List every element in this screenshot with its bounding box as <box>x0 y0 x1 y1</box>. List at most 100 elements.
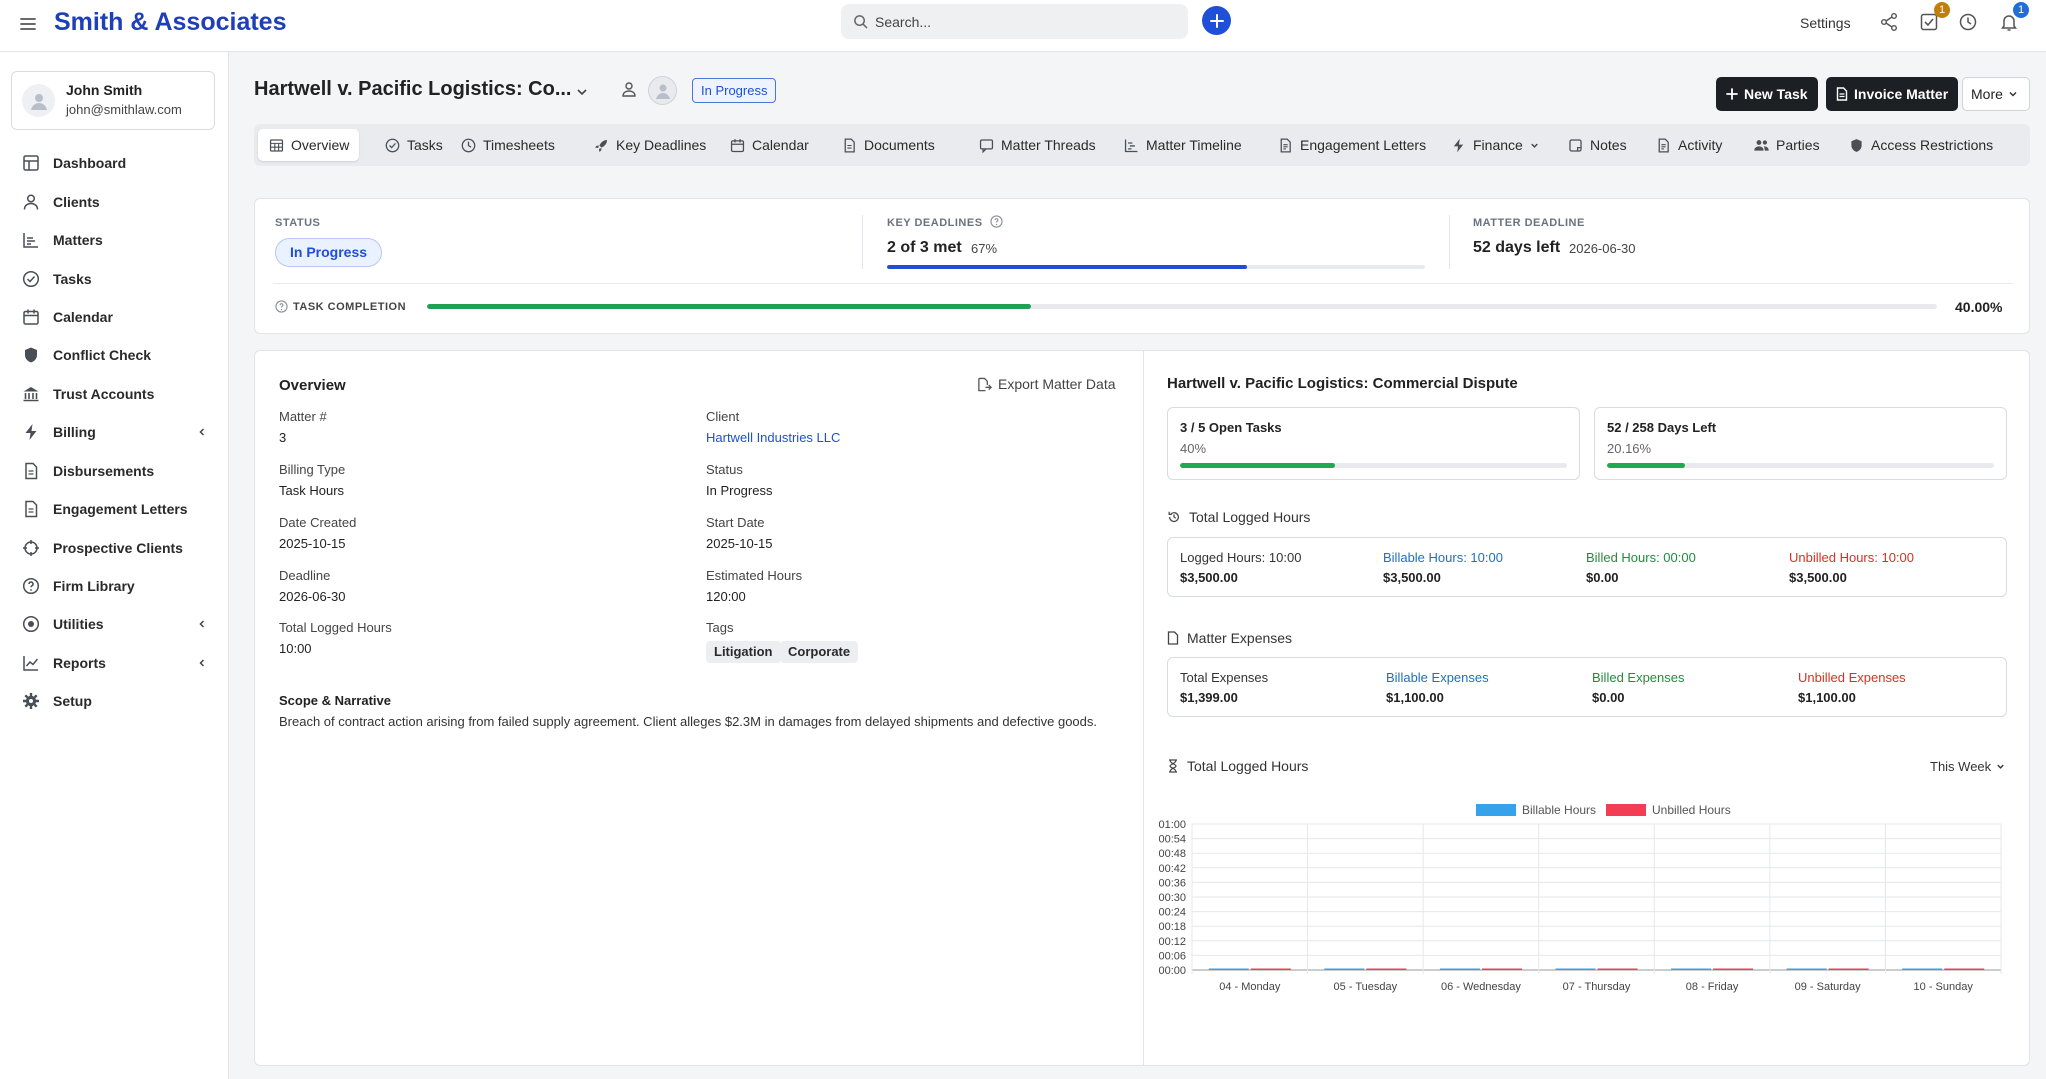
person-icon[interactable] <box>620 80 638 98</box>
sidebar-item-reports[interactable]: Reports <box>0 647 228 679</box>
hours-bar-chart: Billable Hours Unbilled Hours 00:00 00:06 00… <box>1158 803 2002 993</box>
sidebar-item-label: Tasks <box>53 271 92 287</box>
search-input[interactable] <box>875 4 1175 39</box>
calendar-icon <box>23 309 39 325</box>
y-tick-label: 00:18 <box>1158 921 1186 933</box>
help-circle-icon <box>21 576 41 596</box>
chevron-down-icon <box>2009 91 2017 97</box>
scope-label: Scope & Narrative <box>279 693 391 708</box>
sidebar-item-prospective-clients[interactable]: Prospective Clients <box>0 532 228 564</box>
bar <box>1902 968 1943 970</box>
sidebar-item-utilities[interactable]: Utilities <box>0 608 228 640</box>
tab-label: Notes <box>1590 137 1627 153</box>
document-icon <box>25 462 38 480</box>
tab-engagement-letters[interactable]: Engagement Letters <box>1267 129 1436 161</box>
menu-icon[interactable] <box>18 14 38 34</box>
new-task-button[interactable]: New Task <box>1716 77 1818 111</box>
matter-deadline-value: 52 days left <box>1473 239 1561 256</box>
sidebar-item-clients[interactable]: Clients <box>0 186 228 218</box>
sidebar-item-trust-accounts[interactable]: Trust Accounts <box>0 378 228 410</box>
key-deadlines-pct: 67% <box>971 241 998 256</box>
tab-access-restrictions[interactable]: Access Restrictions <box>1838 129 2003 161</box>
client-link[interactable]: Hartwell Industries LLC <box>706 430 840 445</box>
sidebar-item-matters[interactable]: Matters <box>0 224 228 256</box>
x-tick-label: 07 - Thursday <box>1563 981 1631 993</box>
expenses-item: Unbilled Expenses $1,100.00 <box>1798 670 1906 705</box>
calendar-icon <box>21 307 41 327</box>
search-box[interactable] <box>841 4 1188 39</box>
gear-icon <box>21 691 41 711</box>
tab-notes[interactable]: Notes <box>1557 129 1637 161</box>
task-completion-label: TASK COMPLETION <box>293 301 407 313</box>
y-tick-label: 00:54 <box>1158 834 1186 846</box>
bar <box>1597 968 1638 970</box>
tab-tasks[interactable]: Tasks <box>374 129 453 161</box>
sidebar-item-billing[interactable]: Billing <box>0 416 228 448</box>
tab-key-deadlines[interactable]: Key Deadlines <box>583 129 716 161</box>
sidebar-item-conflict-check[interactable]: Conflict Check <box>0 339 228 371</box>
tab-calendar[interactable]: Calendar <box>719 129 819 161</box>
days-left-label: 52 / 258 Days Left <box>1607 420 1717 435</box>
x-tick-label: 04 - Monday <box>1219 981 1281 993</box>
sidebar-item-firm-library[interactable]: Firm Library <box>0 570 228 602</box>
matter-full-title: Hartwell v. Pacific Logistics: Commercia… <box>1167 375 1518 392</box>
brand-logo[interactable]: Smith & Associates <box>54 8 286 37</box>
document-icon <box>1167 631 1179 645</box>
tab-label: Timesheets <box>483 137 555 153</box>
plus-icon <box>1209 13 1224 28</box>
help-circle-icon[interactable] <box>275 300 288 313</box>
clock-icon[interactable] <box>1958 12 1980 34</box>
invoice-matter-button[interactable]: Invoice Matter <box>1826 77 1959 111</box>
tab-matter-timeline[interactable]: Matter Timeline <box>1113 129 1252 161</box>
y-tick-label: 01:00 <box>1158 819 1186 831</box>
user-card[interactable]: John Smith john@smithlaw.com <box>11 71 215 130</box>
quick-add-button[interactable] <box>1202 6 1231 35</box>
chevron-left-icon[interactable] <box>196 657 208 669</box>
status-badge: In Progress <box>692 78 777 103</box>
tab-activity[interactable]: Activity <box>1645 129 1732 161</box>
x-tick-label: 05 - Tuesday <box>1334 981 1398 993</box>
target-icon <box>21 614 41 634</box>
tab-label: Calendar <box>752 137 809 153</box>
grid-icon <box>23 155 39 171</box>
shield-icon <box>1851 138 1862 152</box>
assignee-avatar[interactable] <box>648 76 677 105</box>
check-circle-icon <box>22 270 40 288</box>
expenses-card: Total Expenses $1,399.00 Billable Expens… <box>1167 657 2007 717</box>
help-circle-icon[interactable] <box>990 215 1003 228</box>
sidebar-item-engagement-letters[interactable]: Engagement Letters <box>0 493 228 525</box>
sidebar-item-tasks[interactable]: Tasks <box>0 263 228 295</box>
sidebar-item-dashboard[interactable]: Dashboard <box>0 147 228 179</box>
share-icon[interactable] <box>1879 12 1901 34</box>
export-matter-data-button[interactable]: Export Matter Data <box>977 376 1116 392</box>
sidebar-item-setup[interactable]: Setup <box>0 685 228 717</box>
chevron-left-icon <box>199 428 205 436</box>
bar <box>1208 968 1249 970</box>
tab-finance[interactable]: Finance <box>1440 129 1550 161</box>
bar <box>1671 968 1712 970</box>
matter-deadline-label: MATTER DEADLINE <box>1473 217 1585 229</box>
tab-documents[interactable]: Documents <box>831 129 945 161</box>
more-button[interactable]: More <box>1962 77 2030 111</box>
tab-matter-threads[interactable]: Matter Threads <box>968 129 1106 161</box>
chevron-down-icon[interactable] <box>574 84 590 100</box>
tab-overview[interactable]: Overview <box>258 129 360 161</box>
bolt-icon <box>25 424 37 440</box>
y-tick-label: 00:06 <box>1158 950 1186 962</box>
rocket-icon <box>595 139 608 152</box>
chevron-down-icon <box>1997 764 2004 769</box>
line-chart-icon <box>23 656 39 671</box>
tab-parties[interactable]: Parties <box>1743 129 1830 161</box>
logged-hours-card: Logged Hours: 10:00 $3,500.00 Billable H… <box>1167 537 2007 597</box>
sidebar-item-calendar[interactable]: Calendar <box>0 301 228 333</box>
x-tick-label: 10 - Sunday <box>1914 981 1974 993</box>
period-select[interactable]: This Week <box>1930 759 2006 774</box>
settings-link[interactable]: Settings <box>1800 15 1851 31</box>
chevron-left-icon[interactable] <box>196 618 208 630</box>
chevron-left-icon <box>199 620 205 628</box>
tab-timesheets[interactable]: Timesheets <box>450 129 565 161</box>
sidebar-item-disbursements[interactable]: Disbursements <box>0 455 228 487</box>
chevron-left-icon[interactable] <box>196 426 208 438</box>
avatar <box>22 84 55 117</box>
shield-icon <box>21 345 41 365</box>
